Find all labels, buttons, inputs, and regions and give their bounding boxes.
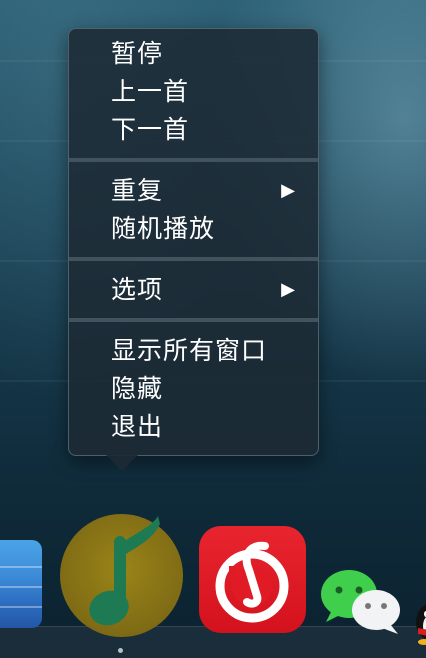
chat-bubbles-icon: [321, 570, 400, 634]
menu-item-label: 上一首: [111, 77, 190, 106]
penguin-icon: [416, 604, 426, 645]
qq-icon[interactable]: [410, 602, 426, 646]
menu-item-label: 重复: [111, 176, 164, 205]
menu-separator: [69, 158, 318, 162]
menu-item-repeat[interactable]: 重复 ▶: [69, 172, 318, 210]
submenu-arrow-icon: ▶: [281, 279, 296, 300]
menu-item-pause[interactable]: 暂停: [69, 35, 318, 73]
menu-item-previous-track[interactable]: 上一首: [69, 73, 318, 111]
netease-music-icon[interactable]: [199, 526, 306, 633]
menu-item-label: 暂停: [111, 39, 164, 68]
running-indicator: [118, 648, 123, 653]
menu-item-label: 随机播放: [111, 214, 216, 243]
menu-item-show-all-windows[interactable]: 显示所有窗口: [69, 332, 318, 370]
menu-item-options[interactable]: 选项 ▶: [69, 271, 318, 309]
menu-item-label: 下一首: [111, 115, 190, 144]
menu-item-label: 选项: [111, 275, 164, 304]
menu-item-label: 退出: [111, 412, 164, 441]
menu-item-hide[interactable]: 隐藏: [69, 370, 318, 408]
dock: [0, 498, 426, 658]
music-note-icon: [89, 516, 160, 626]
blue-app-icon[interactable]: [0, 540, 42, 628]
qq-music-icon[interactable]: [60, 514, 183, 637]
menu-item-label: 显示所有窗口: [111, 336, 268, 365]
wechat-icon[interactable]: [318, 566, 404, 636]
menu-item-label: 隐藏: [111, 374, 164, 403]
menu-item-next-track[interactable]: 下一首: [69, 111, 318, 149]
dock-context-menu: 暂停 上一首 下一首 重复 ▶ 随机播放 选项 ▶ 显示所有窗口 隐藏 退出: [68, 28, 319, 456]
menu-separator: [69, 318, 318, 322]
menu-item-quit[interactable]: 退出: [69, 408, 318, 446]
submenu-arrow-icon: ▶: [281, 180, 296, 201]
netease-logo-icon: [215, 541, 289, 623]
menu-item-shuffle[interactable]: 随机播放: [69, 210, 318, 248]
menu-pointer: [106, 455, 138, 471]
menu-separator: [69, 257, 318, 261]
